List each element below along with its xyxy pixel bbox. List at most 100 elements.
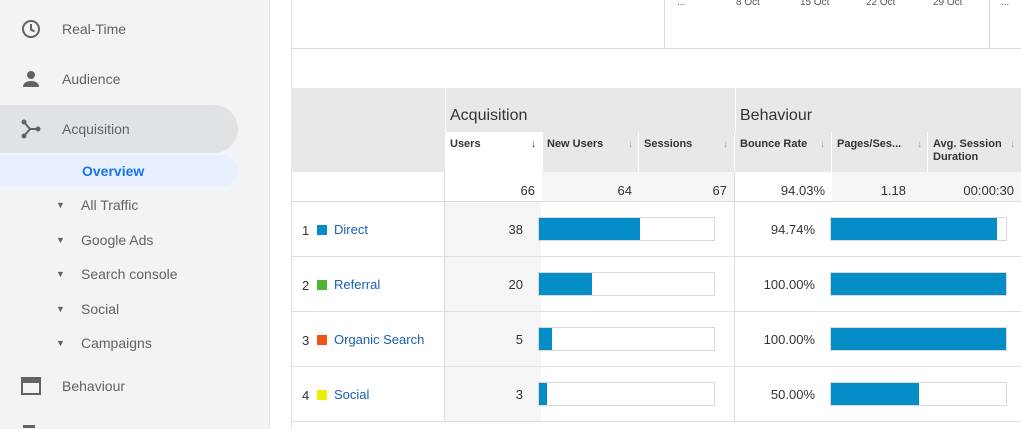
row-users-value: 5 [515, 332, 523, 347]
table-column-header: Users ↓ New Users ↓ Sessions ↓ Bounce Ra… [291, 132, 1021, 172]
sort-arrow-icon: ↓ [628, 139, 633, 150]
nav-overview[interactable]: Overview [0, 155, 238, 187]
bounce-bar [830, 272, 1007, 296]
conversions-icon [23, 425, 35, 428]
nav-acquisition-label: Acquisition [62, 121, 130, 137]
nav-behaviour[interactable]: Behaviour [0, 362, 238, 410]
total-sessions: 67 [712, 183, 727, 198]
col-users-label: Users [450, 138, 481, 150]
bounce-bar [830, 382, 1007, 406]
col-sessions-label: Sessions [644, 138, 693, 150]
timeline-chart: ... 8 Oct 15 Oct 22 Oct 29 Oct ... [291, 0, 1021, 49]
caret-down-icon: ▼ [56, 304, 65, 314]
sidebar: Real-Time Audience Acquisition Overview … [0, 0, 270, 429]
users-bar-fill [539, 328, 553, 350]
timeline-ellipsis: ... [677, 0, 686, 8]
nav-acquisition[interactable]: Acquisition [0, 105, 238, 153]
caret-down-icon: ▼ [56, 269, 65, 279]
row-rank: 2 [302, 278, 310, 293]
row-rank: 4 [302, 388, 310, 403]
nav-audience[interactable]: Audience [0, 55, 238, 103]
users-bar-fill [539, 273, 593, 295]
nav-all-traffic[interactable]: ▼ All Traffic [0, 191, 238, 219]
row-users-value: 38 [508, 222, 523, 237]
timeline-date: 8 Oct [736, 0, 760, 8]
nav-social-label: Social [81, 301, 120, 317]
row-bounce-value: 100.00% [763, 277, 815, 292]
window-icon [20, 375, 42, 397]
users-bar [538, 217, 715, 241]
nav-behaviour-label: Behaviour [62, 378, 126, 394]
nav-overview-label: Overview [82, 163, 145, 179]
table-row: 1 Direct 38 94.74% [291, 202, 1021, 257]
divider [989, 0, 990, 48]
col-new-users-label: New Users [547, 138, 604, 150]
users-bar [538, 382, 715, 406]
row-users-value: 20 [508, 277, 523, 292]
bounce-bar-fill [831, 273, 1006, 295]
row-rank: 1 [302, 223, 310, 238]
col-users[interactable]: Users ↓ [445, 132, 542, 172]
sort-arrow-icon: ↓ [531, 139, 536, 150]
col-duration-label: Avg. Session Duration [933, 138, 1002, 163]
person-icon [20, 68, 42, 90]
table-row: 4 Social 3 50.00% [291, 367, 1021, 422]
total-new-users: 64 [617, 183, 632, 198]
group-acquisition: Acquisition [450, 107, 528, 124]
source-link[interactable]: Organic Search [334, 332, 424, 347]
clock-icon [20, 18, 42, 40]
nav-realtime[interactable]: Real-Time [0, 5, 238, 53]
bounce-bar-fill [831, 218, 997, 240]
col-sessions[interactable]: Sessions ↓ [639, 132, 734, 172]
row-bounce-value: 50.00% [770, 387, 815, 402]
nav-campaigns-label: Campaigns [81, 335, 152, 351]
nav-search-console[interactable]: ▼ Search console [0, 260, 238, 288]
color-swatch-icon [317, 390, 327, 400]
color-swatch-icon [317, 280, 327, 290]
color-swatch-icon [317, 225, 327, 235]
users-bar [538, 272, 715, 296]
totals-row: 66 64 67 94.03% 1.18 00:00:30 [291, 172, 1021, 202]
timeline-date: 15 Oct [800, 0, 830, 8]
caret-down-icon: ▼ [56, 235, 65, 245]
row-bounce-value: 94.74% [770, 222, 815, 237]
sort-arrow-icon: ↓ [820, 139, 825, 150]
timeline-date: 22 Oct [866, 0, 896, 8]
table-group-header: Acquisition Behaviour [291, 88, 1021, 132]
color-swatch-icon [317, 335, 327, 345]
sort-arrow-icon: ↓ [723, 139, 728, 150]
table-row: 3 Organic Search 5 100.00% [291, 312, 1021, 367]
col-new-users[interactable]: New Users ↓ [542, 132, 639, 172]
source-link[interactable]: Direct [334, 222, 368, 237]
total-duration: 00:00:30 [963, 183, 1014, 198]
nav-realtime-label: Real-Time [62, 21, 127, 37]
table-row: 2 Referral 20 100.00% [291, 257, 1021, 312]
source-link[interactable]: Social [334, 387, 369, 402]
nav-google-ads[interactable]: ▼ Google Ads [0, 226, 238, 254]
nav-social[interactable]: ▼ Social [0, 295, 238, 323]
users-bar [538, 327, 715, 351]
bounce-bar-fill [831, 383, 919, 405]
col-pages-label: Pages/Ses... [837, 138, 902, 150]
col-pages-per-session[interactable]: Pages/Ses... ↓ [832, 132, 928, 172]
row-users-value: 3 [515, 387, 523, 402]
col-avg-session-duration[interactable]: Avg. Session Duration ↓ [928, 132, 1021, 172]
source-link[interactable]: Referral [334, 277, 380, 292]
timeline-date: 29 Oct [933, 0, 963, 8]
nav-campaigns[interactable]: ▼ Campaigns [0, 329, 238, 357]
caret-down-icon: ▼ [56, 200, 65, 210]
caret-down-icon: ▼ [56, 338, 65, 348]
total-pages: 1.18 [880, 183, 906, 198]
divider [664, 0, 665, 48]
col-bounce-rate[interactable]: Bounce Rate ↓ [735, 132, 831, 172]
bounce-bar [830, 217, 1007, 241]
bounce-bar-fill [831, 328, 1006, 350]
row-bounce-value: 100.00% [763, 332, 815, 347]
nav-google-ads-label: Google Ads [81, 232, 154, 248]
acquisition-icon [20, 118, 42, 140]
users-bar-fill [539, 383, 547, 405]
report-main: ... 8 Oct 15 Oct 22 Oct 29 Oct ... Acqui… [291, 0, 1021, 429]
row-rank: 3 [302, 333, 310, 348]
users-bar-fill [539, 218, 640, 240]
total-users: 66 [520, 183, 535, 198]
